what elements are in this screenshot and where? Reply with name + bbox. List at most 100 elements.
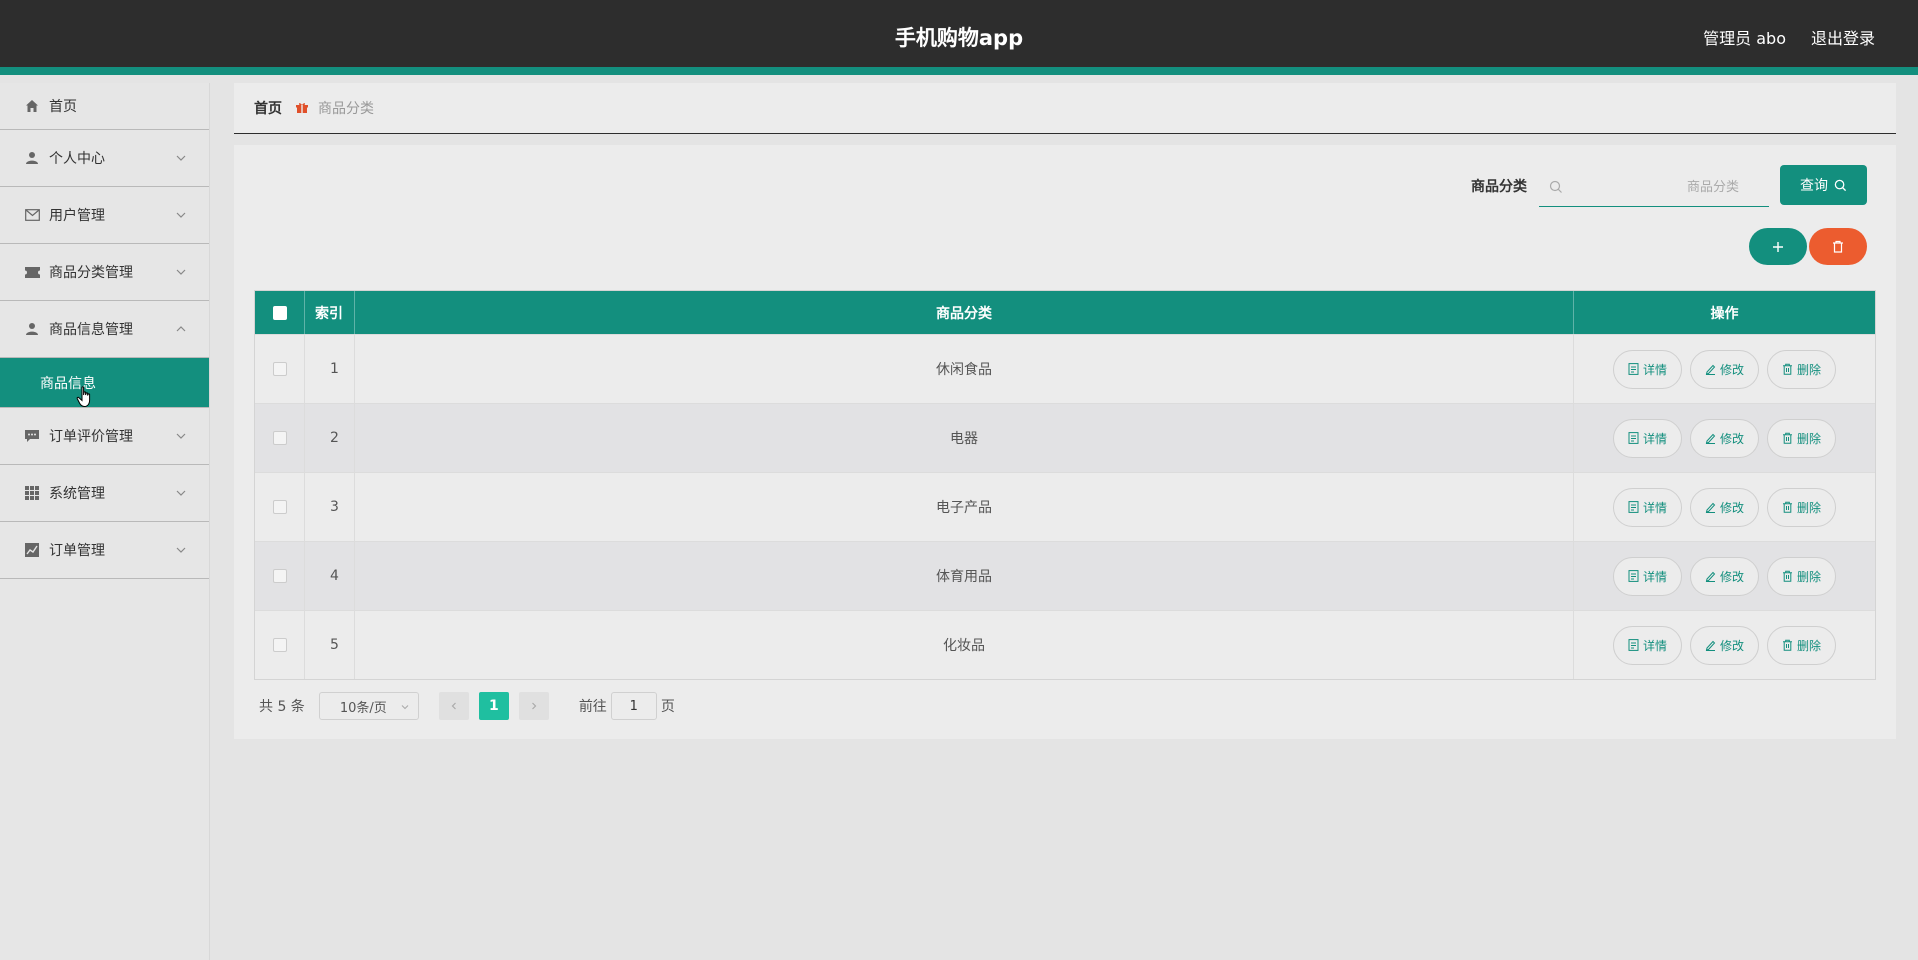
delete-button[interactable]: 删除	[1767, 625, 1837, 665]
row-actions: 详情 修改 删除	[1574, 335, 1875, 403]
sidebar-item-category-management[interactable]: 商品分类管理	[0, 244, 209, 301]
chevron-down-icon	[176, 433, 186, 439]
app-title: 手机购物app	[894, 26, 1024, 50]
chevron-right-icon	[531, 702, 537, 710]
logout-link[interactable]: 退出登录	[1811, 25, 1875, 49]
add-button[interactable]	[1749, 228, 1807, 265]
sidebar: 首页 个人中心 用户管理 商品分类管理 商品信息管理 商品信息 订单评价管理 系…	[0, 83, 210, 960]
row-checkbox[interactable]	[272, 569, 287, 583]
page-number-button[interactable]: 1	[478, 692, 509, 720]
chevron-down-icon	[401, 705, 409, 710]
hand-cursor-icon	[76, 386, 91, 408]
edit-icon	[1705, 571, 1716, 582]
edit-button[interactable]: 修改	[1689, 349, 1759, 389]
row-category: 休闲食品	[355, 335, 1574, 403]
next-page-button[interactable]	[518, 692, 549, 720]
detail-button[interactable]: 详情	[1612, 556, 1682, 596]
sidebar-item-label: 订单评价管理	[49, 429, 133, 445]
table-row: 5 化妆品 详情 修改 删除	[255, 610, 1875, 679]
row-index: 2	[305, 404, 355, 472]
row-checkbox[interactable]	[272, 500, 287, 514]
row-checkbox[interactable]	[272, 431, 287, 445]
edit-button[interactable]: 修改	[1689, 418, 1759, 458]
goto-prefix: 前往	[578, 699, 607, 715]
sidebar-item-order-review-management[interactable]: 订单评价管理	[0, 408, 209, 465]
pagination-total: 共 5 条	[259, 699, 305, 715]
sidebar-item-personal-center[interactable]: 个人中心	[0, 130, 209, 187]
trash-icon	[1783, 432, 1792, 444]
home-icon	[24, 98, 40, 114]
pagination: 共 5 条 10条/页 1 前往 页	[259, 692, 675, 720]
edit-button[interactable]: 修改	[1689, 556, 1759, 596]
chevron-down-icon	[176, 490, 186, 496]
delete-button-label: 删除	[1797, 431, 1822, 446]
delete-button[interactable]: 删除	[1767, 349, 1837, 389]
goto-suffix: 页	[660, 699, 675, 715]
sidebar-item-home[interactable]: 首页	[0, 83, 209, 130]
delete-button[interactable]: 删除	[1767, 487, 1837, 527]
detail-button-label: 详情	[1642, 569, 1667, 584]
sidebar-item-label: 商品信息管理	[49, 322, 133, 338]
top-bar-accent	[0, 67, 1918, 75]
search-input[interactable]	[1571, 167, 1761, 207]
edit-button[interactable]: 修改	[1689, 487, 1759, 527]
search-label: 商品分类	[1471, 179, 1527, 195]
row-actions: 详情 修改 删除	[1574, 404, 1875, 472]
sidebar-item-system-management[interactable]: 系统管理	[0, 465, 209, 522]
chevron-down-icon	[176, 155, 186, 161]
row-check-cell	[255, 611, 305, 679]
goto-page: 前往 页	[579, 692, 675, 720]
search-icon	[1834, 179, 1847, 191]
row-checkbox[interactable]	[272, 362, 287, 376]
delete-button-label: 删除	[1797, 569, 1822, 584]
prev-page-button[interactable]	[438, 692, 469, 720]
chat-icon	[24, 428, 40, 444]
sidebar-item-label: 首页	[49, 99, 77, 115]
edit-icon	[1705, 433, 1716, 444]
query-button[interactable]: 查询	[1780, 165, 1867, 205]
detail-button[interactable]: 详情	[1612, 487, 1682, 527]
header-index: 索引	[305, 291, 355, 334]
document-icon	[1628, 432, 1639, 444]
edit-button-label: 修改	[1719, 362, 1744, 377]
row-check-cell	[255, 335, 305, 403]
row-index: 3	[305, 473, 355, 541]
breadcrumb-current: 商品分类	[318, 101, 374, 117]
document-icon	[1628, 639, 1639, 651]
table-row: 3 电子产品 详情 修改 删除	[255, 472, 1875, 541]
row-index: 5	[305, 611, 355, 679]
delete-button[interactable]: 删除	[1767, 556, 1837, 596]
batch-delete-button[interactable]	[1809, 228, 1867, 265]
row-category: 化妆品	[355, 611, 1574, 679]
delete-button[interactable]: 删除	[1767, 418, 1837, 458]
edit-icon	[1705, 640, 1716, 651]
row-checkbox[interactable]	[272, 638, 287, 652]
header-actions: 操作	[1710, 305, 1739, 322]
sidebar-subitem-product-info[interactable]: 商品信息	[0, 358, 209, 408]
delete-button-label: 删除	[1797, 362, 1822, 377]
chevron-up-icon	[176, 326, 186, 332]
query-button-label: 查询	[1800, 178, 1828, 194]
detail-button-label: 详情	[1642, 362, 1667, 377]
gift-icon	[296, 102, 308, 114]
row-category: 电子产品	[355, 473, 1574, 541]
detail-button[interactable]: 详情	[1612, 625, 1682, 665]
chevron-down-icon	[176, 269, 186, 275]
page-size-select[interactable]: 10条/页	[318, 692, 419, 720]
breadcrumb-home[interactable]: 首页	[254, 98, 282, 118]
sidebar-item-order-management[interactable]: 订单管理	[0, 522, 209, 579]
edit-button-label: 修改	[1719, 431, 1744, 446]
sidebar-item-user-management[interactable]: 用户管理	[0, 187, 209, 244]
document-icon	[1628, 570, 1639, 582]
edit-button[interactable]: 修改	[1689, 625, 1759, 665]
row-actions: 详情 修改 删除	[1574, 473, 1875, 541]
category-table: 索引 商品分类 操作 1 休闲食品 详情 修改 删除 2 电器 详情 修改 删除 3 电子产品 详情 修改…	[254, 290, 1876, 680]
trash-icon	[1783, 363, 1792, 375]
document-icon	[1628, 501, 1639, 513]
select-all-checkbox[interactable]	[272, 305, 287, 320]
sidebar-item-product-management[interactable]: 商品信息管理	[0, 301, 209, 358]
detail-button[interactable]: 详情	[1612, 418, 1682, 458]
detail-button[interactable]: 详情	[1612, 349, 1682, 389]
row-category: 电器	[355, 404, 1574, 472]
goto-page-input[interactable]	[610, 692, 657, 720]
